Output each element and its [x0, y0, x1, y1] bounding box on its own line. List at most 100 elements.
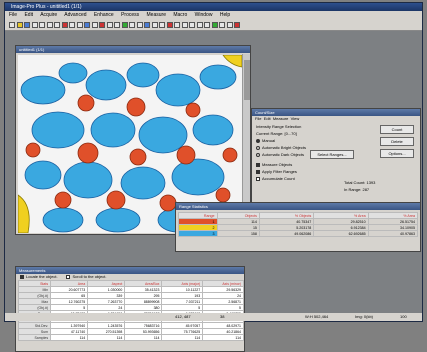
range-cell: 158 [216, 230, 260, 237]
table-row[interactable]: 3 158 49.062086 62.692685 40.97863 [178, 230, 419, 237]
camera-icon[interactable] [84, 21, 90, 28]
menu-edit[interactable]: Edit [24, 12, 33, 18]
range-statistics-window[interactable]: Range Statistics Range Objects % Objects… [175, 202, 421, 252]
checkbox-checked-icon [256, 162, 260, 167]
measurements-window[interactable]: Measurements Locate the object. Scroll t… [15, 266, 245, 352]
menu-acquire[interactable]: Acquire [40, 12, 57, 18]
checkbox-checked-icon [20, 274, 24, 279]
measure-cell: 114 [87, 334, 126, 341]
chart-icon[interactable] [204, 21, 210, 28]
measurements-table: Stats Area Aspect Area/Box Axis (major) … [17, 280, 244, 341]
new-icon[interactable] [9, 21, 15, 28]
ellipse-icon[interactable] [159, 21, 165, 28]
locate-checkbox[interactable]: Locate the object. [20, 274, 58, 279]
measure-window-title: Measurements [16, 267, 244, 274]
status-value: 38 [220, 314, 225, 319]
filter-icon[interactable] [114, 21, 120, 28]
table-row[interactable]: Samples 114 114 114 114 114 [17, 334, 244, 341]
menu-file[interactable]: File [9, 12, 17, 18]
range-table: Range Objects % Objects % Area % Area 1 … [178, 212, 419, 237]
count-menu-file[interactable]: File [255, 116, 261, 121]
undo-icon[interactable] [61, 21, 68, 28]
print-icon[interactable] [31, 21, 38, 28]
measure-objects-checkbox[interactable]: Measure Objects [256, 161, 306, 168]
count-icon[interactable] [99, 21, 105, 28]
checkbox-unchecked-icon [66, 274, 71, 279]
status-coords: 412, 487 [175, 314, 191, 319]
enhance-icon[interactable] [121, 21, 128, 28]
count-window-menubar: File Edit Measure View [255, 116, 299, 122]
auto-dark-radio[interactable]: Automatic Dark Objects [256, 151, 306, 158]
app-titlebar: Image-Pro Plus - unititled1 (1/1) [5, 3, 422, 11]
count-menu-edit[interactable]: Edit [264, 116, 271, 121]
cut-icon[interactable] [39, 21, 45, 28]
accumulate-checkbox[interactable]: Accumulate Count [256, 175, 306, 182]
count-menu-measure[interactable]: Measure [273, 116, 289, 121]
paste-icon[interactable] [54, 21, 60, 28]
histogram-icon[interactable] [106, 21, 113, 28]
menu-macro[interactable]: Macro [173, 12, 187, 18]
window-icon[interactable] [226, 21, 233, 28]
layout-icon[interactable] [219, 21, 225, 28]
count-window-title: Count/Size [252, 109, 420, 116]
count-menu-view[interactable]: View [291, 116, 300, 121]
grid-icon[interactable] [69, 21, 75, 28]
open-icon[interactable] [16, 21, 23, 28]
measure-row-label: Samples [17, 334, 52, 341]
apply-filter-checkbox[interactable]: Apply Filter Ranges [256, 168, 306, 175]
manual-label: Manual [262, 138, 276, 143]
options-button[interactable]: Options... [380, 149, 414, 158]
status-size: W:H 502,464 [305, 314, 329, 319]
line-icon[interactable] [136, 21, 143, 28]
help-icon[interactable] [234, 21, 240, 28]
bar-icon[interactable] [189, 21, 195, 28]
range-cell: 49.062086 [258, 230, 315, 237]
status-memory: Img: 0(kb) [355, 314, 374, 319]
measure-cell: 114 [161, 334, 204, 341]
script-icon[interactable] [211, 21, 218, 28]
in-range-label: In Range: [344, 187, 362, 192]
manual-radio[interactable]: Manual [256, 137, 306, 144]
count-size-window[interactable]: Count/Size File Edit Measure View Intens… [251, 108, 421, 205]
table-icon[interactable] [196, 21, 203, 28]
macro-icon[interactable] [129, 21, 135, 28]
auto-dark-label: Automatic Dark Objects [262, 152, 305, 157]
range-cell: 3 [178, 230, 218, 237]
range-cell: 40.97863 [367, 230, 419, 237]
measure-cell: 114 [50, 334, 89, 341]
auto-bright-label: Automatic Bright Objects [262, 145, 307, 150]
menu-process[interactable]: Process [121, 12, 139, 18]
select-ranges-button[interactable]: Select Ranges... [310, 150, 354, 159]
locate-label: Locate the object. [26, 274, 58, 279]
menu-enhance[interactable]: Enhance [94, 12, 114, 18]
delete-button[interactable]: Delete [380, 137, 414, 146]
color-icon[interactable] [166, 21, 173, 28]
count-button[interactable]: Count [380, 125, 414, 134]
measure-icon[interactable] [91, 21, 98, 28]
range-cell: 62.692685 [313, 230, 369, 237]
status-bar: 412, 487 38 W:H 502,464 Img: 0(kb) 100 [5, 313, 422, 321]
palette-icon[interactable] [144, 21, 150, 28]
measure-cell: 114 [124, 334, 163, 341]
measure-objects-label: Measure Objects [262, 162, 293, 167]
menu-bar: File Edit Acquire Advanced Enhance Proce… [5, 11, 422, 19]
rect-icon[interactable] [151, 21, 158, 28]
text-icon[interactable] [174, 21, 180, 28]
wand-icon[interactable] [181, 21, 188, 28]
auto-bright-radio[interactable]: Automatic Bright Objects [256, 144, 306, 151]
menu-measure[interactable]: Measure [147, 12, 166, 18]
menu-window[interactable]: Window [195, 12, 213, 18]
save-icon[interactable] [24, 21, 30, 28]
scrollbar-thumb[interactable] [244, 60, 250, 100]
zoom-icon[interactable] [76, 21, 83, 28]
checkbox-checked-icon [256, 169, 260, 174]
range-window-title: Range Statistics [176, 203, 420, 210]
scroll-checkbox[interactable]: Scroll to the object. [66, 274, 107, 279]
menu-advanced[interactable]: Advanced [64, 12, 86, 18]
workspace: unititled1 (1/1) Count/Size File Edit Me… [5, 31, 422, 352]
radio-off-icon [256, 145, 260, 150]
app-window: Image-Pro Plus - unititled1 (1/1) File E… [4, 2, 423, 352]
current-range-value: [0...70] [284, 131, 297, 136]
copy-icon[interactable] [46, 21, 53, 28]
menu-help[interactable]: Help [220, 12, 230, 18]
